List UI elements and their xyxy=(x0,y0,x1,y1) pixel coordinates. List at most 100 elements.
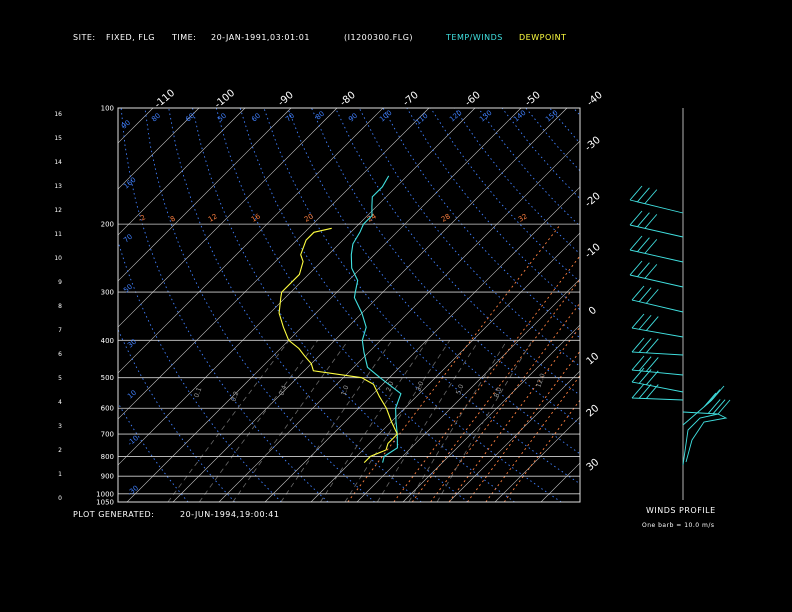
dry-adiabat-lines xyxy=(118,108,580,502)
skew-t-diagram: 1002003004005006007008009001000105016151… xyxy=(0,88,792,507)
temperature-tick-label: -30 xyxy=(583,135,603,154)
temperature-tick-label: 20 xyxy=(585,403,602,420)
wind-barb-flag xyxy=(712,399,726,415)
height-tick-label: 0 xyxy=(58,495,62,502)
dry-adiabat-label: 160 xyxy=(122,176,137,191)
dry-adiabat-label: -10 xyxy=(126,434,140,447)
dry-adiabat-label: 150 xyxy=(544,109,559,124)
mixing-ratio-label: 3.0 xyxy=(414,380,425,392)
pressure-tick-label: 500 xyxy=(101,374,114,382)
isotherm-line xyxy=(118,108,200,190)
wind-barb-flag xyxy=(645,338,659,354)
height-tick-label: 2 xyxy=(58,447,62,454)
isotherm-line xyxy=(0,108,61,502)
temperature-tick-label: 30 xyxy=(585,457,602,474)
isotherm-line xyxy=(118,108,292,282)
pressure-tick-label: 700 xyxy=(101,431,114,439)
height-tick-label: 12 xyxy=(54,207,62,214)
temperature-tick-label: -10 xyxy=(583,242,603,261)
height-tick-label: 5 xyxy=(58,375,62,382)
height-tick-label: 6 xyxy=(58,351,62,358)
mixing-ratio-line xyxy=(344,340,451,502)
temperature-tick-label: -90 xyxy=(276,90,296,109)
wind-barb-staff xyxy=(631,299,684,313)
wind-barb-low-level xyxy=(682,413,728,466)
moist-adiabat-label: 16 xyxy=(250,212,262,224)
temperature-tick-label: 0 xyxy=(587,305,599,318)
dry-adiabat-label: 90 xyxy=(347,112,359,124)
pressure-tick-label: 400 xyxy=(101,337,114,345)
dry-adiabat-line xyxy=(120,108,329,502)
moist-adiabat-lines xyxy=(347,223,580,502)
isotherm-lines xyxy=(0,108,792,502)
temperature-tick-label: -80 xyxy=(338,90,358,109)
temperature-tick-label: -60 xyxy=(463,90,483,109)
height-tick-label: 10 xyxy=(54,255,62,262)
wind-barb-flag xyxy=(631,337,645,353)
dry-adiabat-label: 140 xyxy=(512,109,527,124)
dry-adiabat-line xyxy=(382,108,580,339)
temperature-tick-label: -110 xyxy=(153,88,177,111)
pressure-tick-label: 1000 xyxy=(96,490,114,498)
dry-adiabat-label: 120 xyxy=(448,109,463,124)
dry-adiabat-label: 90 xyxy=(120,119,132,131)
dry-adiabat-label: 80 xyxy=(150,112,162,124)
diagram-labels: 1002003004005006007008009001000105016151… xyxy=(54,88,604,507)
pressure-tick-label: 1050 xyxy=(96,499,114,507)
pressure-tick-label: 800 xyxy=(101,453,114,461)
dry-adiabat-label: 60 xyxy=(250,112,262,124)
plot-frame xyxy=(117,107,581,503)
mixing-ratio-line xyxy=(167,340,290,502)
wind-barb-flag xyxy=(717,399,731,415)
dry-adiabat-line xyxy=(144,108,375,502)
wind-barb-flag xyxy=(703,392,717,408)
dry-adiabat-line xyxy=(525,108,580,172)
isotherm-line xyxy=(402,324,580,502)
dry-adiabat-label: 110 xyxy=(414,112,429,127)
height-tick-label: 16 xyxy=(54,111,62,118)
dry-adiabat-line xyxy=(454,108,580,255)
dry-adiabat-label: 30 xyxy=(126,338,138,350)
height-tick-label: 14 xyxy=(54,159,62,166)
isotherm-line xyxy=(494,416,580,502)
wind-barb-flag xyxy=(711,385,725,401)
dry-adiabat-line xyxy=(501,108,580,200)
temperature-tick-label: -20 xyxy=(583,191,603,210)
moist-adiabat-line xyxy=(467,350,580,502)
isotherm-line xyxy=(0,108,107,502)
wind-barb-flag xyxy=(631,383,645,399)
mixing-ratio-label: 12.0 xyxy=(534,372,546,388)
isotherm-line xyxy=(587,108,792,502)
wind-barb-staff xyxy=(629,199,684,214)
wind-barb-staff xyxy=(682,411,719,415)
mixing-ratio-label: 8.0 xyxy=(492,386,503,398)
dry-adiabat-line xyxy=(430,108,580,283)
dry-adiabat-line xyxy=(239,108,562,502)
moist-adiabat-label: 20 xyxy=(303,212,315,223)
mixing-ratio-label: 0.2 xyxy=(229,390,240,402)
pressure-tick-label: 600 xyxy=(101,405,114,413)
dry-adiabat-label: 80 xyxy=(314,110,326,122)
dry-adiabat-label: 60 xyxy=(184,112,196,124)
wind-barb-flag xyxy=(638,338,652,353)
mixing-ratio-label: 1.0 xyxy=(339,384,350,396)
isobar-lines xyxy=(118,107,580,503)
winds-profile-panel xyxy=(629,108,731,500)
height-tick-label: 15 xyxy=(54,135,62,142)
dry-adiabat-line xyxy=(263,108,580,485)
dry-adiabat-line xyxy=(118,328,236,502)
pressure-tick-label: 200 xyxy=(101,221,114,229)
dry-adiabat-line xyxy=(549,108,580,144)
wind-barb-flag xyxy=(638,383,652,399)
dry-adiabat-line xyxy=(358,108,580,367)
height-tick-label: 9 xyxy=(58,279,62,286)
mixing-ratio-label: 0.1 xyxy=(192,386,203,398)
height-tick-label: 7 xyxy=(58,327,62,334)
pressure-tick-label: 100 xyxy=(101,105,114,113)
height-tick-label: 8 xyxy=(58,303,62,310)
isotherm-line xyxy=(118,108,338,328)
mixing-ratio-line xyxy=(232,340,349,502)
wind-barb-staff xyxy=(629,224,684,238)
dry-adiabat-label: -30 xyxy=(126,484,140,497)
moist-adiabat-label: -2 xyxy=(137,213,147,223)
